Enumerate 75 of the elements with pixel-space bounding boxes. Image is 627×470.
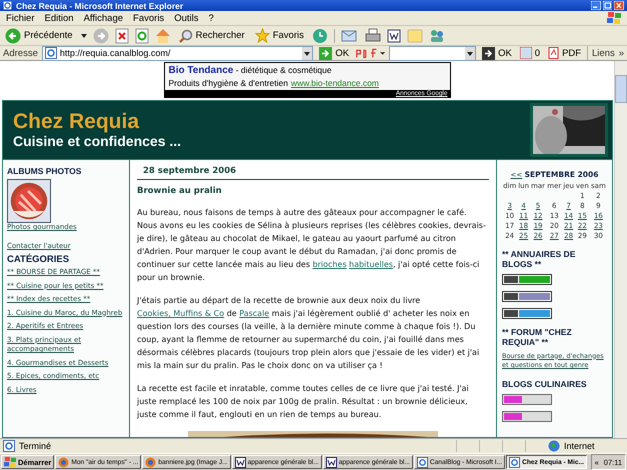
favorites-button[interactable]: Favoris [252, 28, 306, 43]
post-title: Brownie au pralin [137, 186, 223, 196]
menu-item[interactable]: Edition [44, 12, 74, 24]
blog-directory-badge-icon[interactable] [502, 274, 552, 284]
window-icon [520, 47, 532, 59]
post-date: 28 septembre 2006 [137, 166, 489, 180]
blog-subtitle: Cuisine et confidences ... [13, 133, 182, 149]
globe-icon [548, 440, 560, 452]
dropdown-caret-icon[interactable] [465, 46, 476, 60]
ad-description: Produits d'hygiène & d'entretien [168, 78, 288, 88]
maximize-icon[interactable] [602, 1, 612, 10]
menu-item[interactable]: ? [208, 12, 214, 24]
menu-item[interactable]: Outils [174, 12, 198, 24]
post-paragraph: J'étais partie au départ de la recette de brownie aux deux noix du livre Cookies, Muffins & Co de Pascale mais j'ai légèrement oublié d' acheter les noix en question lors des courses (la veille, à la dernière minute comme à chaque fois !). Du coup, ayant la flemme de retourner au supermarché du coin, j'ai fouillé dans mes désormais célèbres placards (toujours trop plein alors que j'essaie de les vider) et j'ai mis la main sur du pralin. Pas le choix donc on va utiliser ça ! [137, 295, 480, 372]
stop-icon[interactable] [114, 28, 129, 44]
go-button[interactable]: OK [317, 46, 352, 60]
post-paragraph: La recette est facile et inratable, comme toutes celles de ce livre que j'ai testé. J'ai juste remplacé les 100 de noix par 100g de pralin. Résultat : un brownie délicieux, juste comme il faut, englouti en un rien de temps au bureau. [137, 383, 470, 421]
menu-item[interactable]: Favoris [133, 12, 164, 24]
page-icon [44, 47, 57, 59]
word-document-icon[interactable] [386, 28, 401, 42]
page-icon [416, 456, 428, 468]
section-title: ** FORUM "CHEZ REQUIA" ** [502, 326, 573, 346]
section-title: ALBUMS PHOTOS [7, 166, 82, 176]
pdf-logo-icon[interactable] [355, 46, 386, 60]
ad-url-link[interactable]: www.bio-tendance.com [291, 78, 379, 88]
ad-tagline: - diététique & cosmétique [234, 65, 332, 75]
dropdown-caret-icon[interactable] [80, 34, 87, 38]
people-icon[interactable] [428, 28, 445, 43]
blog-badge-icon[interactable] [502, 410, 552, 422]
dropdown-caret-icon[interactable] [302, 46, 312, 60]
back-button[interactable]: Précédente [3, 28, 75, 44]
menu-item[interactable]: Fichier [6, 12, 35, 24]
printer-icon[interactable] [364, 28, 381, 43]
search-button[interactable]: Rechercher [176, 28, 247, 42]
blog-badge-icon[interactable] [502, 394, 552, 404]
blog-title[interactable]: Chez Requia [13, 111, 182, 133]
links-label[interactable]: Liens [592, 48, 615, 58]
browser-icon [3, 1, 12, 10]
ad-brand-link[interactable]: Bio Tendance [168, 65, 234, 76]
section-title: CATÉGORIES [7, 254, 70, 265]
close-icon[interactable] [614, 1, 624, 10]
security-zone: Internet [564, 441, 596, 451]
mail-icon[interactable] [340, 28, 359, 42]
text-link[interactable]: Cookies, Muffins & Co [137, 309, 224, 318]
post-paragraph: Au bureau, nous faisons de temps à autre des gâteaux pour accompagner le café. Nous avons eu les cookies de Sélina à plusieurs reprises (les célèbres cookies, devrais-je dire), le gâteau au chocolat de Mikael, le gateau au yaourt parfumé au citron d'Adrien. Pour marquer le coup avant le début du Ramadan, j'ai donc promis de continuer sur cette lancée mais au lieu des brioches habituelles, j'ai opté cette fois-ci pour un brownie. [137, 207, 487, 284]
more-chevron[interactable]: » [618, 48, 624, 58]
status-text: Terminé [19, 441, 52, 451]
window-title: Chez Requia - Microsoft Internet Explorer [16, 0, 184, 10]
browser-icon [58, 456, 70, 468]
section-title: BLOGS CULINAIRES [502, 378, 588, 388]
address-label: Adresse [3, 48, 38, 58]
star-icon [254, 28, 270, 43]
blog-directory-badge-icon[interactable] [502, 308, 552, 318]
windows-logo-icon [4, 456, 16, 468]
pdf-button[interactable]: PDF [546, 47, 584, 59]
counter-button[interactable]: 0 [518, 47, 542, 59]
windows-logo-icon [607, 12, 621, 24]
minimize-icon[interactable] [590, 1, 601, 10]
browser-icon [145, 456, 156, 468]
ok-button[interactable]: OK [480, 46, 514, 60]
search-field[interactable] [389, 46, 476, 60]
address-field[interactable]: http://requia.canalblog.com/ [42, 46, 314, 60]
document-icon [548, 47, 560, 59]
word-document-icon [326, 456, 337, 468]
search-icon [178, 28, 193, 42]
section-title: ** ANNUAIRES DE BLOGS ** [502, 248, 576, 268]
refresh-icon[interactable] [134, 28, 149, 44]
menu-item[interactable]: Affichage [84, 12, 124, 24]
scrollbar[interactable] [614, 61, 627, 438]
text-link[interactable]: brioches [312, 260, 347, 269]
page-icon [509, 456, 520, 468]
word-document-icon [234, 456, 246, 468]
blog-directory-badge-icon[interactable] [502, 290, 552, 302]
text-link[interactable]: habituelles [349, 260, 393, 269]
text-link[interactable]: Pascale [239, 309, 270, 318]
